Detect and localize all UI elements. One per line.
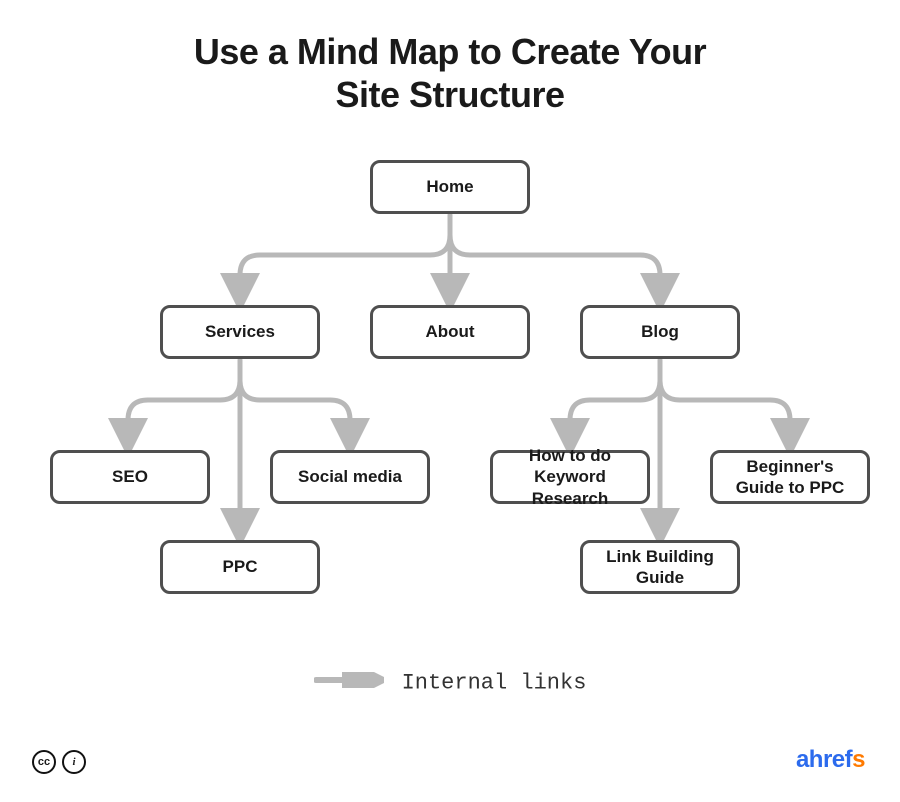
node-beginners-guide-ppc-label: Beginner's Guide to PPC <box>721 456 859 499</box>
node-services-label: Services <box>205 321 275 342</box>
node-keyword-research: How to do Keyword Research <box>490 450 650 504</box>
node-about-label: About <box>425 321 474 342</box>
node-keyword-research-label: How to do Keyword Research <box>501 445 639 509</box>
legend-arrow-icon <box>314 670 384 695</box>
node-blog-label: Blog <box>641 321 679 342</box>
node-ppc: PPC <box>160 540 320 594</box>
title-line-2: Site Structure <box>335 74 564 115</box>
legend-label: Internal links <box>402 670 587 695</box>
license-badges: cc i <box>32 750 86 774</box>
node-ppc-label: PPC <box>223 556 258 577</box>
node-seo-label: SEO <box>112 466 148 487</box>
node-seo: SEO <box>50 450 210 504</box>
diagram-title: Use a Mind Map to Create Your Site Struc… <box>0 30 900 116</box>
node-social-media: Social media <box>270 450 430 504</box>
legend: Internal links <box>0 670 900 695</box>
node-services: Services <box>160 305 320 359</box>
title-line-1: Use a Mind Map to Create Your <box>194 31 706 72</box>
cc-icon: cc <box>32 750 56 774</box>
node-home-label: Home <box>426 176 473 197</box>
node-link-building: Link Building Guide <box>580 540 740 594</box>
node-blog: Blog <box>580 305 740 359</box>
node-about: About <box>370 305 530 359</box>
by-icon: i <box>62 750 86 774</box>
node-social-media-label: Social media <box>298 466 402 487</box>
node-beginners-guide-ppc: Beginner's Guide to PPC <box>710 450 870 504</box>
node-home: Home <box>370 160 530 214</box>
node-link-building-label: Link Building Guide <box>591 546 729 589</box>
brand-logo: ahrefs <box>796 746 865 774</box>
